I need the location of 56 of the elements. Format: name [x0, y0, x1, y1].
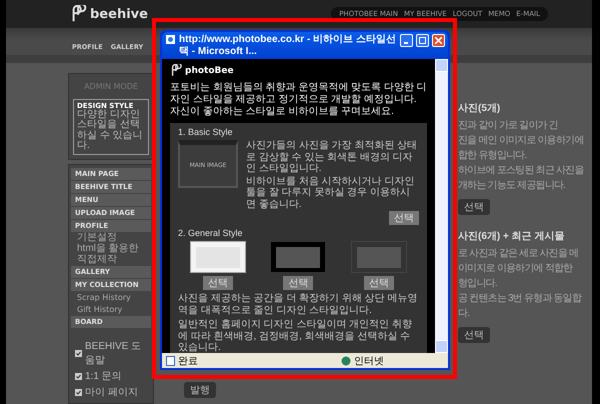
minimize-button[interactable] — [400, 34, 413, 47]
style-description: 형입니다. — [458, 276, 498, 290]
style-description: 진을 메인 이미지로 이용하기에 — [458, 134, 585, 146]
style-description: 로 사진과 같은 세로 사진을 메 — [458, 246, 580, 260]
style-description: 합한 유형입니다. — [458, 148, 528, 162]
logo-icon — [170, 64, 183, 77]
style-description: 다. — [458, 306, 470, 320]
close-button[interactable] — [432, 34, 445, 47]
card-description: 다양한 디자인 스타일을 선택하실 수 있습니다. — [77, 110, 144, 152]
style-title: 사진(6개) + 최근 게시물 — [458, 230, 566, 242]
style-description: 하이브에 포스팅된 최근 사진을 — [458, 164, 585, 176]
menu-item[interactable]: 기본설정 — [71, 232, 151, 243]
section-heading: 2. General Style — [178, 228, 244, 238]
publish-button[interactable]: 발행 — [184, 382, 216, 398]
menu-item[interactable]: Gift History — [71, 304, 151, 315]
select-button[interactable]: 선택 — [283, 276, 314, 290]
maximize-button[interactable] — [416, 34, 429, 47]
status-text: 완료 — [178, 354, 198, 368]
checkbox-icon — [75, 388, 82, 396]
close-icon — [435, 37, 442, 44]
style-description: 사진가들의 사진을 가장 최적화된 상태로 감상할 수 있는 회색톤 배경의 디자인 스타일입니다. — [246, 140, 418, 174]
help-link[interactable]: 마이 페이지 — [85, 385, 138, 399]
menu-item[interactable]: html을 활용한 직접제작 — [71, 244, 151, 265]
globe-icon — [341, 356, 351, 366]
select-button[interactable]: 선택 — [389, 211, 419, 225]
scrollbar[interactable] — [435, 59, 448, 353]
checkbox-icon — [75, 350, 82, 356]
logo-icon — [70, 5, 88, 24]
style-description: 비하이브를 처음 시작하시거나 디자인 툴을 잘 다루지 못하실 경우 이용하시면 좋습니다. — [246, 176, 416, 210]
style-description: 개하는 기능도 제공됩니다. — [458, 178, 566, 192]
checkbox-icon — [75, 372, 82, 380]
style-title: 사진(5개) — [458, 102, 502, 114]
browser-icon — [165, 34, 176, 45]
section-heading: 1. Basic Style — [178, 127, 234, 137]
style-description: 일반적인 홈페이지 디자인 스타일이며 개인적인 취향에 따라 흰색배경, 검정배경, 회색배경을 선택하실 수 있습니다. — [178, 319, 413, 354]
window-title: http://www.photobee.co.kr - 비하이브 스타일선택 - Microsoft I... — [179, 34, 397, 57]
style-description: 진과 같이 가로 길이가 긴 — [458, 118, 559, 132]
menu-item[interactable]: Scrap History — [71, 292, 151, 303]
maximize-icon — [419, 37, 426, 44]
help-link[interactable]: 1:1 문의 — [85, 369, 122, 383]
select-button[interactable]: 선택 — [458, 326, 490, 342]
photobee-logo: photoBee — [185, 66, 234, 76]
style-thumbnail — [270, 241, 326, 273]
style-thumbnail — [350, 241, 407, 273]
style-thumbnail — [190, 241, 246, 273]
select-button[interactable]: 선택 — [364, 276, 394, 290]
intro-text: 포토비는 회원님들의 취향과 운영목적에 맞도록 다양한 디자인 스타일을 제공하고 정기적으로 개발할 예정입니다. 자신이 좋아하는 스타일로 비하이브를 꾸며보세요. — [170, 82, 427, 118]
select-button[interactable]: 선택 — [458, 198, 490, 214]
site-logo[interactable]: beehive — [90, 6, 148, 22]
style-description: 공 컨텐츠는 3번 유형과 동일합 — [458, 292, 583, 304]
help-link[interactable]: BEEHIVE 도움말 — [85, 339, 151, 367]
select-button[interactable]: 선택 — [203, 276, 234, 290]
style-description: 사진을 제공하는 공간을 더 확장하기 위해 상단 메뉴영역을 대폭적으로 줄인 디자인 스타일입니다. — [178, 293, 418, 316]
zone-text: 인터넷 — [354, 354, 384, 368]
style-description: 이미지로 이용하기에 적합한 — [458, 262, 574, 274]
page-icon — [166, 356, 175, 366]
